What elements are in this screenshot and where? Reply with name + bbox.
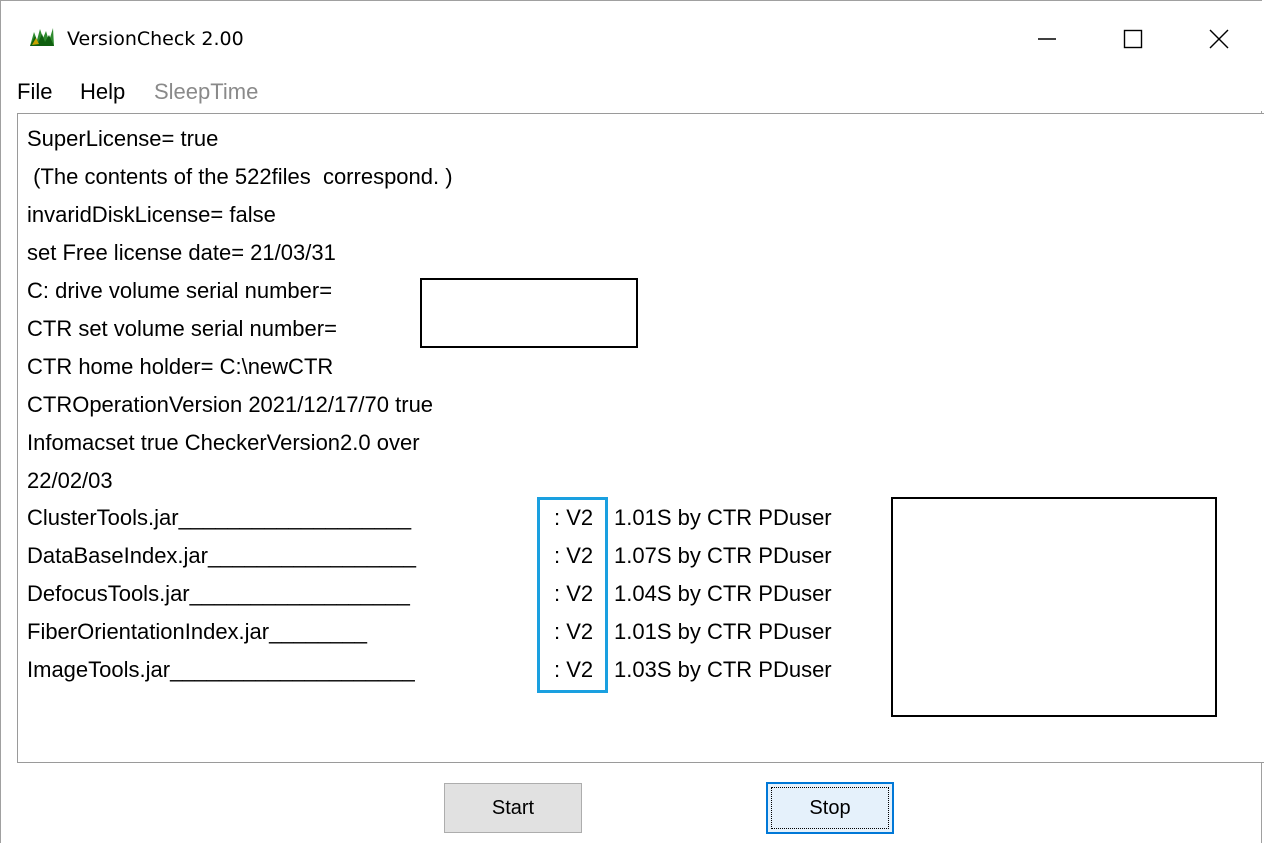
output-line: CTROperationVersion 2021/12/17/70 true — [27, 392, 434, 417]
stop-button[interactable]: Stop — [766, 782, 894, 834]
output-line: CTR home holder= C:\newCTR — [27, 354, 334, 379]
close-icon — [1209, 29, 1229, 49]
jar-detail: 1.01S by CTR PDuser — [614, 505, 832, 530]
start-button-label: Start — [491, 796, 535, 819]
app-window: VersionCheck 2.00 File Help SleepTime Su… — [0, 0, 1264, 843]
output-text-area[interactable]: SuperLicense= true (The contents of the … — [17, 113, 1264, 763]
output-line: set Free license date= 21/03/31 — [27, 240, 336, 265]
jar-detail: 1.01S by CTR PDuser — [614, 619, 832, 644]
minimize-button[interactable] — [1002, 1, 1092, 77]
maximize-icon — [1123, 29, 1143, 49]
output-line: C: drive volume serial number= — [27, 278, 333, 303]
jar-name: DataBaseIndex.jar_________________ — [27, 543, 416, 568]
redacted-user-box — [891, 497, 1217, 717]
output-line: 22/02/03 — [27, 468, 113, 493]
close-button[interactable] — [1174, 1, 1264, 77]
output-line: CTR set volume serial number= — [27, 316, 337, 341]
output-line: (The contents of the 522files correspond… — [27, 164, 453, 189]
minimize-icon — [1038, 38, 1056, 40]
jar-name: ImageTools.jar____________________ — [27, 657, 415, 682]
version-highlight-box — [537, 497, 608, 693]
jar-detail: 1.03S by CTR PDuser — [614, 657, 832, 682]
window-title: VersionCheck 2.00 — [67, 28, 244, 50]
menu-sleeptime: SleepTime — [154, 79, 259, 104]
menu-help[interactable]: Help — [80, 79, 125, 105]
jar-detail: 1.04S by CTR PDuser — [614, 581, 832, 606]
title-bar[interactable]: VersionCheck 2.00 — [1, 1, 1263, 77]
output-line: Infomacset true CheckerVersion2.0 over — [27, 430, 420, 455]
stop-button-label: Stop — [809, 796, 851, 819]
redacted-serial-box — [420, 278, 638, 348]
jar-name: ClusterTools.jar___________________ — [27, 505, 412, 530]
output-line: SuperLicense= true — [27, 126, 219, 151]
jar-detail: 1.07S by CTR PDuser — [614, 543, 832, 568]
jar-name: FiberOrientationIndex.jar________ — [27, 619, 368, 644]
jar-name: DefocusTools.jar__________________ — [27, 581, 410, 606]
maximize-button[interactable] — [1088, 1, 1178, 77]
start-button[interactable]: Start — [444, 783, 582, 833]
output-line: invaridDiskLicense= false — [27, 202, 276, 227]
menu-file[interactable]: File — [17, 79, 52, 105]
app-icon — [29, 26, 55, 48]
menu-bar: File Help SleepTime — [1, 77, 1263, 111]
